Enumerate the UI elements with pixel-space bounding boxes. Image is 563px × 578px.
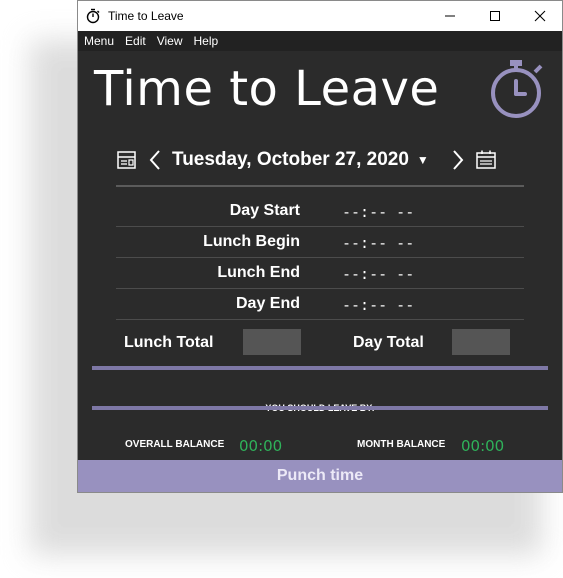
menu-item-menu[interactable]: Menu [84, 34, 114, 48]
lunch-begin-time-input[interactable]: --:-- -- [342, 234, 414, 252]
day-total-label: Day Total [353, 334, 424, 351]
app-stopwatch-icon [78, 8, 108, 24]
current-date[interactable]: Tuesday, October 27, 2020 [172, 149, 409, 171]
entry-row-lunch-end: Lunch End --:-- -- [116, 258, 524, 289]
month-balance-label: MONTH BALANCE [357, 439, 446, 450]
maximize-icon[interactable] [472, 1, 517, 31]
totals-row: Lunch Total Day Total [124, 329, 524, 359]
stopwatch-icon [490, 57, 548, 126]
page-title: Time to Leave [94, 61, 440, 117]
lunch-total-value [243, 329, 301, 355]
entry-label: Day Start [229, 202, 300, 219]
menu-item-help[interactable]: Help [194, 34, 219, 48]
lunch-end-time-input[interactable]: --:-- -- [342, 265, 414, 283]
day-end-time-input[interactable]: --:-- -- [342, 296, 414, 314]
chevron-left-icon[interactable] [148, 149, 162, 171]
date-dropdown-caret[interactable]: ▼ [417, 153, 429, 167]
title-bar[interactable]: Time to Leave [78, 1, 562, 31]
punch-time-button[interactable]: Punch time [78, 460, 562, 492]
lunch-total-label: Lunch Total [124, 334, 214, 351]
menu-item-edit[interactable]: Edit [125, 34, 146, 48]
accent-divider [92, 406, 548, 410]
day-total-value [452, 329, 510, 355]
accent-divider [92, 366, 548, 370]
minimize-icon[interactable] [427, 1, 472, 31]
entry-label: Day End [235, 295, 300, 312]
app-window: Time to Leave Menu Edit View Help Time t… [77, 0, 563, 493]
overall-balance-label: OVERALL BALANCE [125, 439, 225, 450]
main-content: Time to Leave Tuesday, October 27, 2020 … [78, 51, 562, 461]
calendar-icon[interactable] [475, 149, 497, 171]
entry-label: Lunch Begin [203, 233, 300, 250]
menu-item-view[interactable]: View [157, 34, 183, 48]
entry-row-day-start: Day Start --:-- -- [116, 196, 524, 227]
day-start-time-input[interactable]: --:-- -- [342, 203, 414, 221]
menu-bar: Menu Edit View Help [78, 31, 562, 51]
entry-row-lunch-begin: Lunch Begin --:-- -- [116, 227, 524, 258]
overall-balance-value: 00:00 [239, 437, 283, 455]
date-navigation: Tuesday, October 27, 2020 ▼ [116, 141, 524, 179]
entry-row-day-end: Day End --:-- -- [116, 289, 524, 320]
window-title: Time to Leave [108, 9, 184, 23]
chevron-right-icon[interactable] [451, 149, 465, 171]
divider [116, 185, 524, 187]
entry-label: Lunch End [217, 264, 300, 281]
workday-waiver-icon[interactable] [116, 149, 138, 171]
month-balance-value: 00:00 [461, 437, 505, 455]
close-icon[interactable] [517, 1, 562, 31]
